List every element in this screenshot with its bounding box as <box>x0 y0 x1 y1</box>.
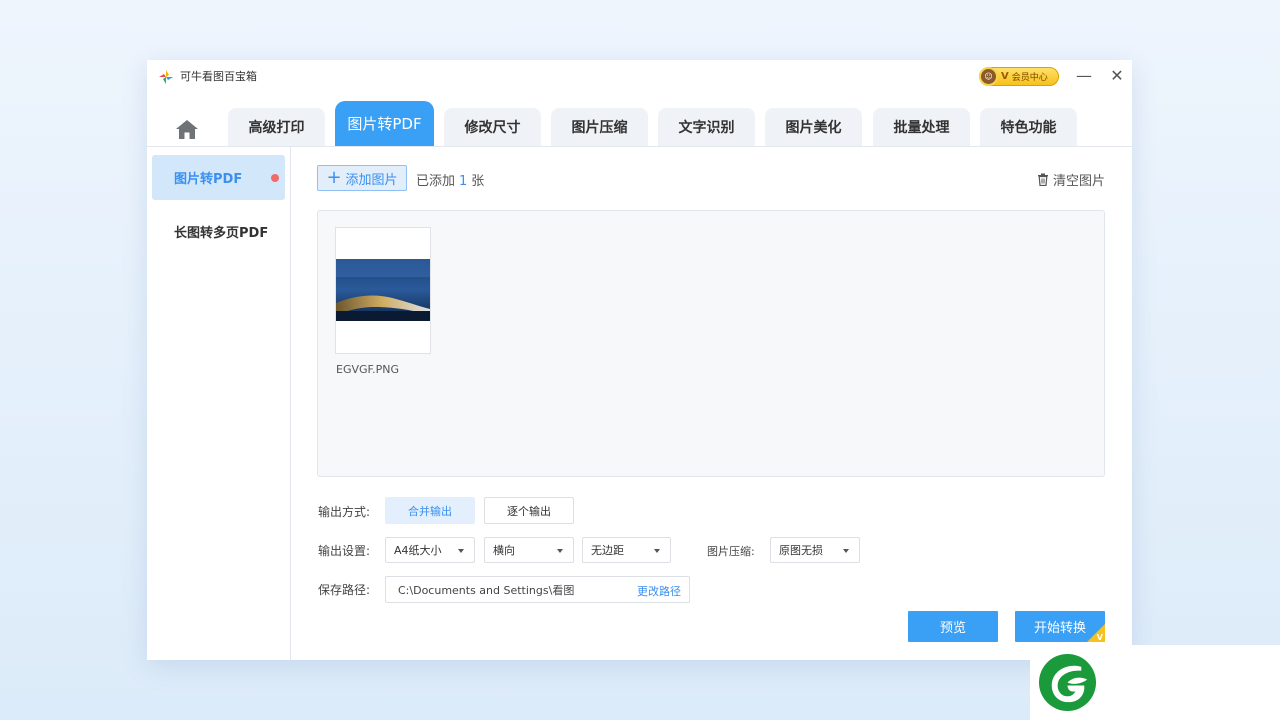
vip-center-label: 会员中心 <box>1011 73 1048 83</box>
change-path-link[interactable]: 更改路径 <box>637 583 681 599</box>
sidebar-item-label: 长图转多页PDF <box>174 226 269 241</box>
tab-special[interactable]: 特色功能 <box>980 108 1077 146</box>
image-thumbnail <box>336 259 430 321</box>
caret-down-icon <box>557 549 563 553</box>
tab-batch[interactable]: 批量处理 <box>873 108 970 146</box>
caret-down-icon <box>458 549 464 553</box>
tab-compress[interactable]: 图片压缩 <box>551 108 648 146</box>
paper-size-value: A4纸大小 <box>394 544 442 557</box>
trash-icon <box>1038 173 1048 186</box>
output-settings-label: 输出设置: <box>318 544 371 558</box>
start-convert-button[interactable]: 开始转换 V <box>1015 611 1105 642</box>
app-window: 可牛看图百宝箱 ☺ V 会员中心 — ✕ 高级打印 图片转PDF 修改尺寸 图片… <box>147 60 1132 660</box>
save-path-value: C:\Documents and Settings\看图 <box>398 583 575 597</box>
tab-resize[interactable]: 修改尺寸 <box>444 108 541 146</box>
sidebar-item-image-to-pdf[interactable]: 图片转PDF <box>152 155 285 200</box>
orientation-select[interactable]: 横向 <box>484 537 574 563</box>
vip-center-button[interactable]: ☺ V 会员中心 <box>979 67 1059 86</box>
notification-dot <box>271 174 279 182</box>
caret-down-icon <box>654 549 660 553</box>
brand-panel <box>1030 645 1280 720</box>
sidebar-item-long-image-to-pdf[interactable]: 长图转多页PDF <box>152 209 285 254</box>
app-title: 可牛看图百宝箱 <box>180 70 257 83</box>
image-drop-area[interactable]: EGVGF.PNG <box>317 210 1105 477</box>
add-image-label: 添加图片 <box>345 172 398 188</box>
added-count: 1 <box>459 174 468 189</box>
tab-ocr[interactable]: 文字识别 <box>658 108 755 146</box>
caret-down-icon <box>843 549 849 553</box>
margin-value: 无边距 <box>591 544 624 557</box>
clear-images-label: 清空图片 <box>1053 174 1106 189</box>
orientation-value: 横向 <box>493 544 515 557</box>
compress-label: 图片压缩: <box>707 545 755 558</box>
compress-value: 原图无损 <box>779 544 823 557</box>
title-bar: 可牛看图百宝箱 ☺ V 会员中心 — ✕ <box>147 60 1132 94</box>
home-icon[interactable] <box>175 118 199 140</box>
paper-size-select[interactable]: A4纸大小 <box>385 537 475 563</box>
added-count-text: 已添加 1 张 <box>416 174 485 189</box>
image-thumbnail-card[interactable] <box>335 227 431 354</box>
output-mode-label: 输出方式: <box>318 505 371 519</box>
sidebar-item-label: 图片转PDF <box>174 172 243 187</box>
save-path-field[interactable]: C:\Documents and Settings\看图 更改路径 <box>385 576 690 603</box>
vip-corner-label: V <box>1096 633 1103 642</box>
compress-select[interactable]: 原图无损 <box>770 537 860 563</box>
tab-image-to-pdf[interactable]: 图片转PDF <box>335 101 434 146</box>
preview-button[interactable]: 预览 <box>908 611 998 642</box>
brand-logo-icon <box>1038 653 1097 712</box>
app-logo-icon <box>159 70 173 84</box>
merge-output-button[interactable]: 合并输出 <box>385 497 475 524</box>
add-image-button[interactable]: + 添加图片 <box>317 165 407 191</box>
start-convert-label: 开始转换 <box>1033 621 1086 636</box>
tab-advanced-print[interactable]: 高级打印 <box>228 108 325 146</box>
tab-bar: 高级打印 图片转PDF 修改尺寸 图片压缩 文字识别 图片美化 批量处理 特色功… <box>147 94 1132 147</box>
separate-output-button[interactable]: 逐个输出 <box>484 497 574 524</box>
vip-badge: V <box>1001 71 1009 82</box>
tab-beautify[interactable]: 图片美化 <box>765 108 862 146</box>
minimize-icon[interactable]: — <box>1076 66 1092 86</box>
vip-avatar-icon: ☺ <box>979 67 998 86</box>
save-path-label: 保存路径: <box>318 583 371 597</box>
sidebar: 图片转PDF 长图转多页PDF <box>147 147 291 660</box>
close-icon[interactable]: ✕ <box>1109 66 1125 86</box>
clear-images-button[interactable]: 清空图片 <box>1037 170 1105 189</box>
plus-icon: + <box>326 167 342 188</box>
image-file-name: EGVGF.PNG <box>336 363 399 376</box>
margin-select[interactable]: 无边距 <box>582 537 671 563</box>
